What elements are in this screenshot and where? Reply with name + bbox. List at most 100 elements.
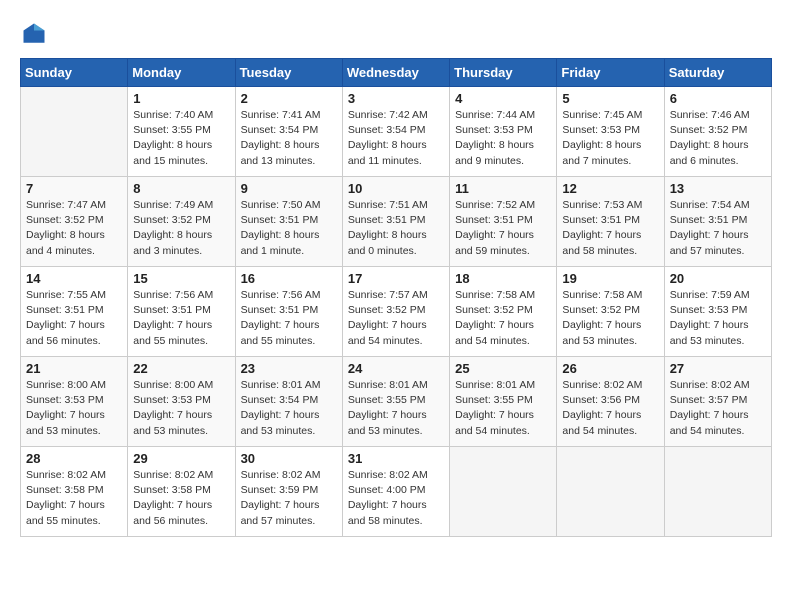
day-number: 25 <box>455 361 551 376</box>
day-number: 1 <box>133 91 229 106</box>
calendar-cell: 20Sunrise: 7:59 AMSunset: 3:53 PMDayligh… <box>664 267 771 357</box>
day-info: Sunrise: 7:54 AMSunset: 3:51 PMDaylight:… <box>670 198 766 259</box>
calendar-cell <box>21 87 128 177</box>
day-info: Sunrise: 8:02 AMSunset: 3:58 PMDaylight:… <box>133 468 229 529</box>
calendar-cell: 29 Sunrise: 8:02 AMSunset: 3:58 PMDayligh… <box>128 447 235 537</box>
day-number: 10 <box>348 181 444 196</box>
day-number: 29 <box>133 451 229 466</box>
header-thursday: Thursday <box>450 59 557 87</box>
calendar-cell: 24 Sunrise: 8:01 AMSunset: 3:55 PMDayligh… <box>342 357 449 447</box>
day-info: Sunrise: 7:58 AMSunset: 3:52 PMDaylight:… <box>455 288 551 349</box>
calendar-cell: 14 Sunrise: 7:55 AMSunset: 3:51 PMDayligh… <box>21 267 128 357</box>
header-sunday: Sunday <box>21 59 128 87</box>
calendar-cell: 18 Sunrise: 7:58 AMSunset: 3:52 PMDayligh… <box>450 267 557 357</box>
calendar-cell: 9 Sunrise: 7:50 AMSunset: 3:51 PMDaylight… <box>235 177 342 267</box>
calendar-week-row: 1 Sunrise: 7:40 AMSunset: 3:55 PMDaylight… <box>21 87 772 177</box>
day-info: Sunrise: 7:58 AMSunset: 3:52 PMDaylight:… <box>562 288 658 349</box>
day-info: Sunrise: 7:50 AMSunset: 3:51 PMDaylight:… <box>241 198 337 259</box>
day-number: 15 <box>133 271 229 286</box>
day-info: Sunrise: 7:42 AMSunset: 3:54 PMDaylight:… <box>348 108 444 169</box>
calendar-cell: 7 Sunrise: 7:47 AMSunset: 3:52 PMDaylight… <box>21 177 128 267</box>
day-info: Sunrise: 7:55 AMSunset: 3:51 PMDaylight:… <box>26 288 122 349</box>
day-info: Sunrise: 8:02 AMSunset: 3:59 PMDaylight:… <box>241 468 337 529</box>
day-number: 13 <box>670 181 766 196</box>
calendar-cell: 15 Sunrise: 7:56 AMSunset: 3:51 PMDayligh… <box>128 267 235 357</box>
calendar-cell: 13 Sunrise: 7:54 AMSunset: 3:51 PMDayligh… <box>664 177 771 267</box>
header-tuesday: Tuesday <box>235 59 342 87</box>
day-info: Sunrise: 8:00 AMSunset: 3:53 PMDaylight:… <box>133 378 229 439</box>
calendar-cell: 2Sunrise: 7:41 AMSunset: 3:54 PMDaylight… <box>235 87 342 177</box>
day-number: 23 <box>241 361 337 376</box>
calendar-cell: 31 Sunrise: 8:02 AMSunset: 4:00 PMDayligh… <box>342 447 449 537</box>
calendar-cell <box>664 447 771 537</box>
calendar-week-row: 7 Sunrise: 7:47 AMSunset: 3:52 PMDaylight… <box>21 177 772 267</box>
calendar-week-row: 21Sunrise: 8:00 AMSunset: 3:53 PMDayligh… <box>21 357 772 447</box>
calendar-week-row: 14 Sunrise: 7:55 AMSunset: 3:51 PMDayligh… <box>21 267 772 357</box>
calendar-cell: 8Sunrise: 7:49 AMSunset: 3:52 PMDaylight… <box>128 177 235 267</box>
day-info: Sunrise: 8:01 AMSunset: 3:55 PMDaylight:… <box>348 378 444 439</box>
day-info: Sunrise: 8:01 AMSunset: 3:54 PMDaylight:… <box>241 378 337 439</box>
calendar: SundayMondayTuesdayWednesdayThursdayFrid… <box>20 58 772 537</box>
day-info: Sunrise: 7:41 AMSunset: 3:54 PMDaylight:… <box>241 108 337 169</box>
header-monday: Monday <box>128 59 235 87</box>
calendar-cell: 3 Sunrise: 7:42 AMSunset: 3:54 PMDaylight… <box>342 87 449 177</box>
day-number: 6 <box>670 91 766 106</box>
logo <box>20 20 52 48</box>
calendar-cell <box>450 447 557 537</box>
day-number: 7 <box>26 181 122 196</box>
day-number: 3 <box>348 91 444 106</box>
day-number: 24 <box>348 361 444 376</box>
calendar-cell: 25 Sunrise: 8:01 AMSunset: 3:55 PMDayligh… <box>450 357 557 447</box>
calendar-cell: 10 Sunrise: 7:51 AMSunset: 3:51 PMDayligh… <box>342 177 449 267</box>
day-number: 17 <box>348 271 444 286</box>
day-info: Sunrise: 7:53 AMSunset: 3:51 PMDaylight:… <box>562 198 658 259</box>
day-info: Sunrise: 7:49 AMSunset: 3:52 PMDaylight:… <box>133 198 229 259</box>
day-info: Sunrise: 8:02 AMSunset: 4:00 PMDaylight:… <box>348 468 444 529</box>
calendar-cell: 11Sunrise: 7:52 AMSunset: 3:51 PMDayligh… <box>450 177 557 267</box>
day-info: Sunrise: 8:01 AMSunset: 3:55 PMDaylight:… <box>455 378 551 439</box>
day-number: 5 <box>562 91 658 106</box>
day-number: 26 <box>562 361 658 376</box>
day-info: Sunrise: 7:47 AMSunset: 3:52 PMDaylight:… <box>26 198 122 259</box>
day-info: Sunrise: 7:57 AMSunset: 3:52 PMDaylight:… <box>348 288 444 349</box>
day-number: 16 <box>241 271 337 286</box>
day-info: Sunrise: 8:02 AMSunset: 3:58 PMDaylight:… <box>26 468 122 529</box>
calendar-cell: 6Sunrise: 7:46 AMSunset: 3:52 PMDaylight… <box>664 87 771 177</box>
day-info: Sunrise: 7:44 AMSunset: 3:53 PMDaylight:… <box>455 108 551 169</box>
calendar-cell: 30Sunrise: 8:02 AMSunset: 3:59 PMDayligh… <box>235 447 342 537</box>
header-saturday: Saturday <box>664 59 771 87</box>
day-info: Sunrise: 8:02 AMSunset: 3:57 PMDaylight:… <box>670 378 766 439</box>
calendar-cell: 12 Sunrise: 7:53 AMSunset: 3:51 PMDayligh… <box>557 177 664 267</box>
day-info: Sunrise: 7:40 AMSunset: 3:55 PMDaylight:… <box>133 108 229 169</box>
header-friday: Friday <box>557 59 664 87</box>
day-number: 20 <box>670 271 766 286</box>
day-info: Sunrise: 7:51 AMSunset: 3:51 PMDaylight:… <box>348 198 444 259</box>
header-wednesday: Wednesday <box>342 59 449 87</box>
day-number: 28 <box>26 451 122 466</box>
calendar-header-row: SundayMondayTuesdayWednesdayThursdayFrid… <box>21 59 772 87</box>
day-info: Sunrise: 7:52 AMSunset: 3:51 PMDaylight:… <box>455 198 551 259</box>
day-info: Sunrise: 8:00 AMSunset: 3:53 PMDaylight:… <box>26 378 122 439</box>
day-number: 14 <box>26 271 122 286</box>
day-number: 18 <box>455 271 551 286</box>
calendar-cell: 27 Sunrise: 8:02 AMSunset: 3:57 PMDayligh… <box>664 357 771 447</box>
calendar-cell: 4 Sunrise: 7:44 AMSunset: 3:53 PMDaylight… <box>450 87 557 177</box>
calendar-cell: 28 Sunrise: 8:02 AMSunset: 3:58 PMDayligh… <box>21 447 128 537</box>
day-number: 22 <box>133 361 229 376</box>
calendar-cell: 17 Sunrise: 7:57 AMSunset: 3:52 PMDayligh… <box>342 267 449 357</box>
day-info: Sunrise: 7:56 AMSunset: 3:51 PMDaylight:… <box>241 288 337 349</box>
day-number: 4 <box>455 91 551 106</box>
day-number: 31 <box>348 451 444 466</box>
day-number: 12 <box>562 181 658 196</box>
calendar-cell: 23 Sunrise: 8:01 AMSunset: 3:54 PMDayligh… <box>235 357 342 447</box>
calendar-week-row: 28 Sunrise: 8:02 AMSunset: 3:58 PMDayligh… <box>21 447 772 537</box>
calendar-cell: 1 Sunrise: 7:40 AMSunset: 3:55 PMDaylight… <box>128 87 235 177</box>
day-number: 19 <box>562 271 658 286</box>
logo-icon <box>20 20 48 48</box>
day-info: Sunrise: 7:45 AMSunset: 3:53 PMDaylight:… <box>562 108 658 169</box>
day-info: Sunrise: 7:56 AMSunset: 3:51 PMDaylight:… <box>133 288 229 349</box>
day-number: 9 <box>241 181 337 196</box>
calendar-cell: 5 Sunrise: 7:45 AMSunset: 3:53 PMDaylight… <box>557 87 664 177</box>
day-number: 27 <box>670 361 766 376</box>
calendar-cell: 26Sunrise: 8:02 AMSunset: 3:56 PMDayligh… <box>557 357 664 447</box>
